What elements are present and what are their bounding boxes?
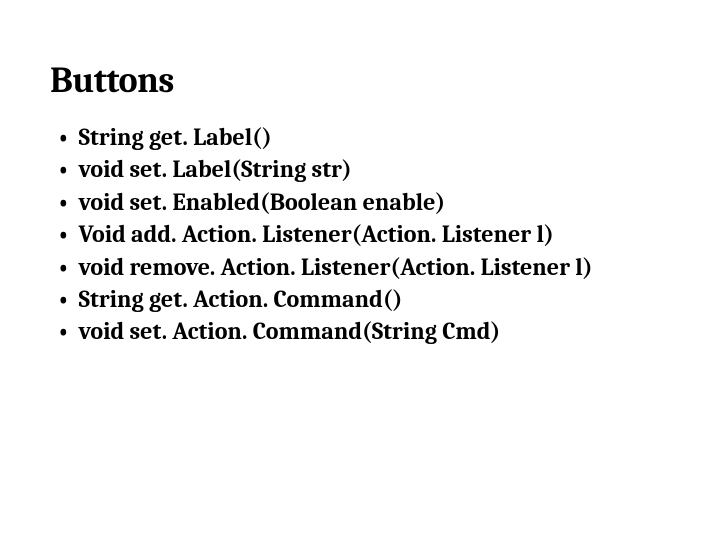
list-item: • String get. Action. Command()	[58, 283, 670, 315]
bullet-list: • String get. Label() • void set. Label(…	[50, 121, 670, 348]
list-item: • void set. Action. Command(String Cmd)	[58, 315, 670, 347]
bullet-text: String get. Label()	[79, 121, 670, 153]
bullet-text: Void add. Action. Listener(Action. Liste…	[79, 218, 670, 250]
list-item: • Void add. Action. Listener(Action. Lis…	[58, 218, 670, 250]
bullet-text: void set. Action. Command(String Cmd)	[79, 315, 670, 347]
bullet-text: void remove. Action. Listener(Action. Li…	[79, 251, 670, 283]
bullet-text: String get. Action. Command()	[79, 283, 670, 315]
slide-title: Buttons	[50, 60, 670, 101]
bullet-icon: •	[58, 186, 69, 218]
list-item: • void remove. Action. Listener(Action. …	[58, 251, 670, 283]
bullet-icon: •	[58, 315, 69, 347]
bullet-icon: •	[58, 121, 69, 153]
bullet-icon: •	[58, 251, 69, 283]
bullet-icon: •	[58, 283, 69, 315]
bullet-icon: •	[58, 153, 69, 185]
list-item: • String get. Label()	[58, 121, 670, 153]
list-item: • void set. Label(String str)	[58, 153, 670, 185]
bullet-text: void set. Label(String str)	[79, 153, 670, 185]
list-item: • void set. Enabled(Boolean enable)	[58, 186, 670, 218]
bullet-icon: •	[58, 218, 69, 250]
bullet-text: void set. Enabled(Boolean enable)	[79, 186, 670, 218]
